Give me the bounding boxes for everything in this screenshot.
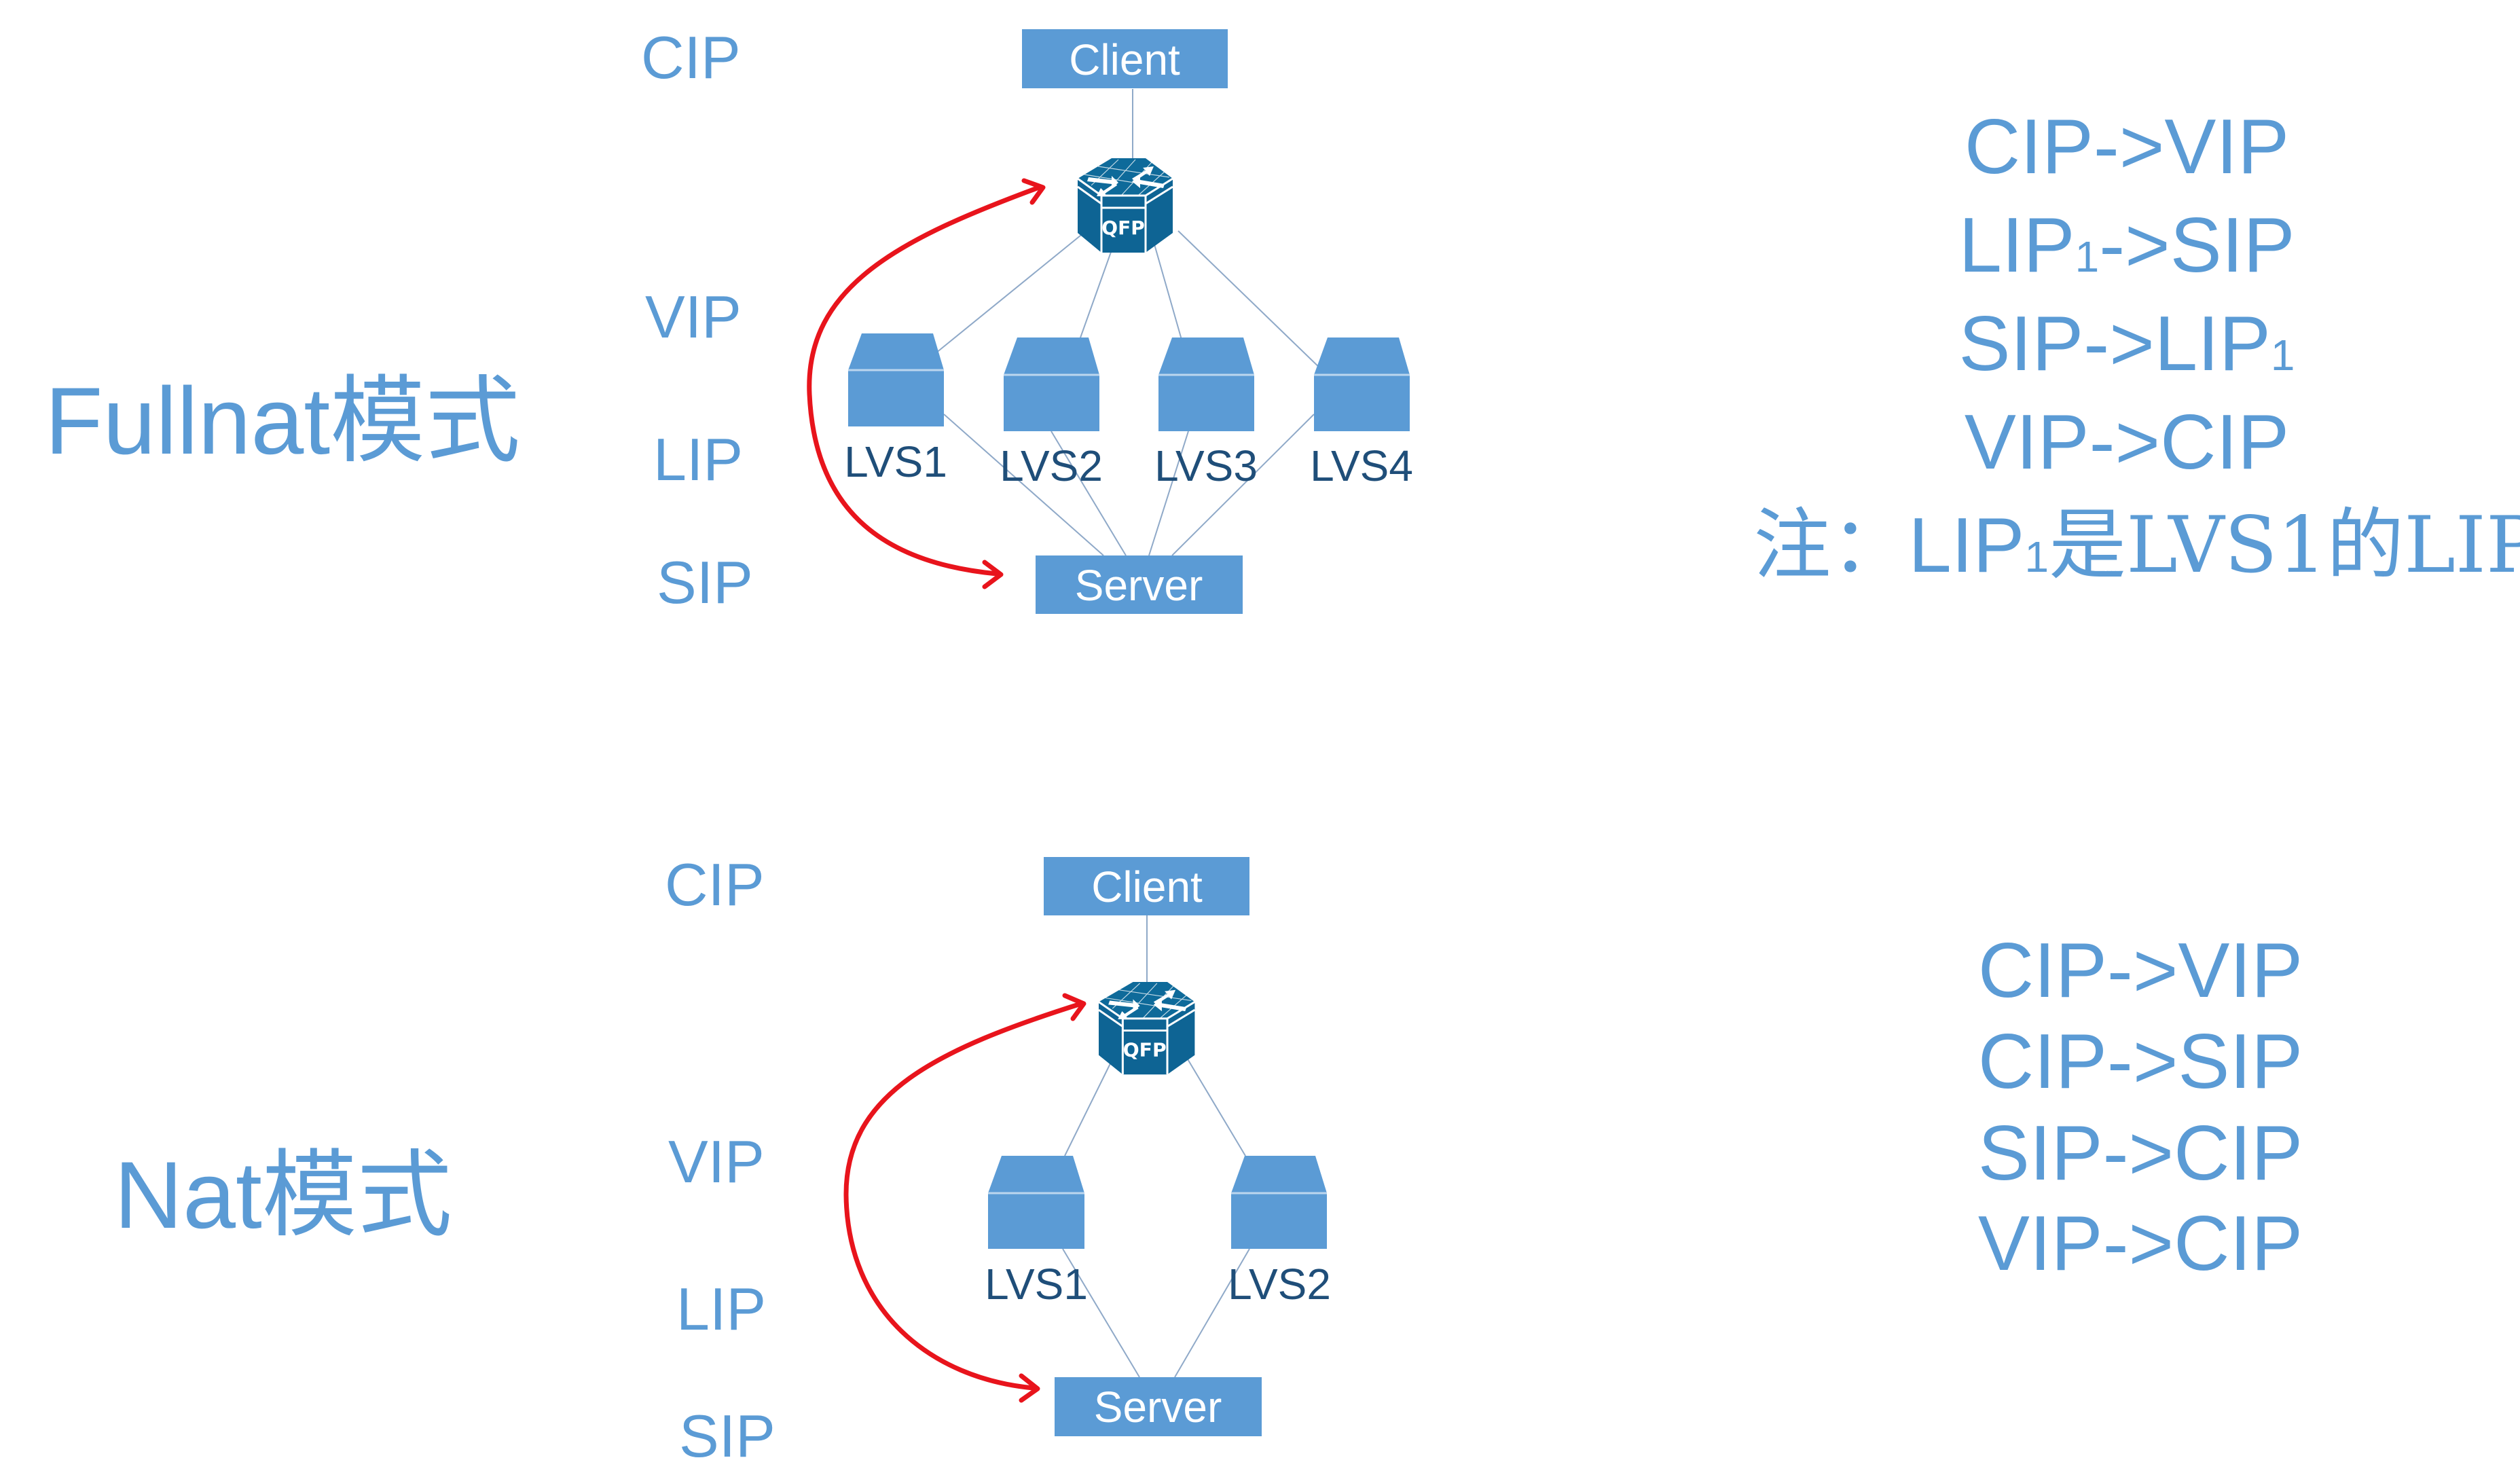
router-lvs3-link: [1154, 244, 1182, 340]
client-label: Client: [1069, 35, 1180, 84]
fullnat-flow-list: CIP->VIP LIP1->SIP SIP->LIP1 VIP->CIP 注：…: [1753, 104, 2520, 590]
client-label: Client: [1091, 862, 1203, 911]
router-lvs1-link: [1064, 1051, 1117, 1156]
nat-connectors: [1062, 910, 1250, 1378]
lvs-body: [848, 370, 944, 426]
lvs-label: LVS2: [1228, 1260, 1331, 1309]
lvs-top: [988, 1156, 1084, 1193]
flow-line: LIP1->SIP: [1958, 202, 2295, 289]
flow-line: SIP->LIP1: [1959, 301, 2295, 387]
fullnat-sip-label: SIP: [657, 549, 753, 616]
lvs-body: [1231, 1193, 1327, 1249]
flow-line: SIP->CIP: [1978, 1110, 2303, 1197]
lvs-label: LVS1: [985, 1260, 1088, 1309]
nat-sip-label: SIP: [679, 1402, 775, 1470]
lvs-label: LVS3: [1154, 441, 1258, 490]
nat-vip-label: VIP: [668, 1128, 765, 1195]
lvs-label: LVS4: [1310, 441, 1413, 490]
router-lvs2-link: [1079, 244, 1114, 340]
lvs-body: [1158, 375, 1254, 431]
fullnat-title: Fullnat模式: [45, 367, 520, 474]
lvs-label: LVS1: [844, 437, 947, 486]
nat-client-node: Client: [1044, 857, 1249, 915]
fullnat-client-node: Client: [1022, 29, 1228, 88]
fullnat-lvs3-node: LVS3: [1154, 338, 1258, 490]
lvs-top: [1158, 338, 1254, 375]
flow-line: VIP->CIP: [1978, 1201, 2303, 1287]
fullnat-lvs2-node: LVS2: [1000, 338, 1103, 490]
lvs-top: [1004, 338, 1099, 375]
server-label: Server: [1094, 1383, 1222, 1432]
flow-line: VIP->CIP: [1965, 399, 2289, 486]
lvs-top: [1314, 338, 1410, 375]
fullnat-server-node: Server: [1036, 555, 1243, 614]
router-lvs1-link: [935, 229, 1089, 354]
lvs-body: [1314, 375, 1410, 431]
lvs-mode-diagram: Fullnat模式 CIP VIP LIP SIP Client QFP LVS…: [45, 24, 2520, 1470]
nat-flow-list: CIP->VIP CIP->SIP SIP->CIP VIP->CIP: [1978, 928, 2303, 1287]
router-label: QFP: [1101, 217, 1144, 239]
nat-lvs2-node: LVS2: [1228, 1156, 1331, 1309]
fullnat-section: Fullnat模式 CIP VIP LIP SIP Client QFP LVS…: [45, 24, 2520, 616]
fullnat-lip-label: LIP: [653, 426, 743, 493]
fullnat-cip-label: CIP: [641, 24, 741, 91]
lvs-body: [1004, 375, 1099, 431]
router-qfp-icon: QFP: [1077, 158, 1173, 253]
router-label: QFP: [1123, 1039, 1167, 1061]
flow-line: CIP->VIP: [1965, 104, 2289, 190]
nat-cip-label: CIP: [665, 851, 765, 918]
server-label: Server: [1075, 561, 1203, 610]
fullnat-vip-label: VIP: [645, 283, 742, 350]
nat-server-node: Server: [1055, 1377, 1262, 1436]
router-qfp-icon: QFP: [1098, 982, 1196, 1075]
router-lvs2-link: [1182, 1051, 1246, 1156]
lvs-label: LVS2: [1000, 441, 1103, 490]
nat-title: Nat模式: [114, 1142, 452, 1248]
note-line: 注：LIP1是LVS1的LIP: [1753, 500, 2520, 590]
fullnat-lvs1-node: LVS1: [844, 333, 947, 486]
flow-line: CIP->VIP: [1978, 928, 2303, 1014]
nat-section: Nat模式 CIP VIP LIP SIP Client QFP LVS1 LV…: [114, 851, 2303, 1470]
fullnat-lvs4-node: LVS4: [1310, 338, 1413, 490]
nat-lip-label: LIP: [676, 1275, 766, 1343]
lvs-top: [1231, 1156, 1327, 1193]
nat-lvs1-node: LVS1: [985, 1156, 1088, 1309]
lvs-top: [848, 333, 944, 370]
flow-line: CIP->SIP: [1978, 1019, 2303, 1105]
lvs-body: [988, 1193, 1084, 1249]
